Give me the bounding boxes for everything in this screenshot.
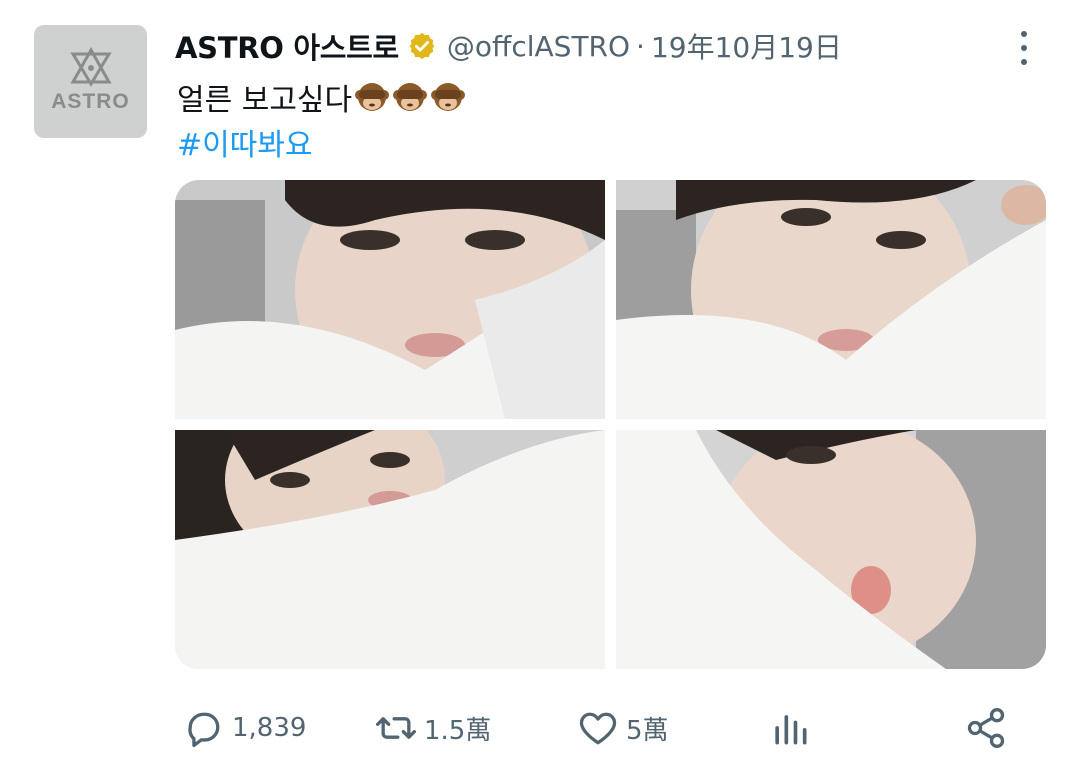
photo-4[interactable] <box>616 430 1046 669</box>
views-icon <box>775 715 807 745</box>
photo-3-image <box>175 430 605 669</box>
photo-4-image <box>616 430 1046 669</box>
photo-1[interactable] <box>175 180 605 419</box>
more-dot <box>1021 59 1027 65</box>
hashtag-link[interactable]: #이따봐요 <box>177 120 313 164</box>
timestamp[interactable]: 19年10月19日 <box>651 26 842 66</box>
share-button[interactable] <box>964 700 1008 756</box>
separator: · <box>636 29 645 63</box>
retweet-button[interactable]: 1.5萬 <box>374 700 491 756</box>
like-count: 5萬 <box>626 715 669 746</box>
action-bar: 1,839 1.5萬 5萬 <box>0 700 1079 756</box>
reply-icon <box>188 712 220 748</box>
handle[interactable]: @offclASTRO <box>447 30 630 63</box>
photo-2[interactable] <box>616 180 1046 419</box>
media-grid <box>175 180 1046 669</box>
see-no-evil-monkey-icon <box>431 83 466 111</box>
tweet-text: 얼른 보고싶다 <box>177 75 466 119</box>
like-icon <box>579 712 617 745</box>
views-button[interactable] <box>768 700 812 756</box>
more-dot <box>1021 31 1027 37</box>
retweet-count: 1.5萬 <box>424 715 492 746</box>
tweet-header: ASTRO 아스트로 @offclASTRO · 19年10月19日 <box>175 22 1005 70</box>
see-no-evil-monkey-icon <box>393 83 428 111</box>
reply-count: 1,839 <box>232 713 307 743</box>
reply-button[interactable]: 1,839 <box>182 700 306 756</box>
retweet-icon <box>376 717 416 739</box>
emoji-group <box>354 79 466 115</box>
like-button[interactable]: 5萬 <box>576 700 669 756</box>
display-name[interactable]: ASTRO 아스트로 <box>175 25 399 67</box>
tweet-body: 얼른 보고싶다 <box>177 83 353 118</box>
more-dot <box>1021 45 1027 51</box>
avatar-label: ASTRO <box>51 89 130 113</box>
photo-1-image <box>175 180 605 419</box>
photo-3[interactable] <box>175 430 605 669</box>
photo-2-image <box>616 180 1046 419</box>
more-options-icon[interactable] <box>1012 28 1036 68</box>
astro-logo-icon <box>69 46 112 87</box>
verified-badge-icon[interactable] <box>407 31 437 61</box>
share-icon <box>967 708 1005 748</box>
avatar[interactable]: ASTRO <box>34 25 147 138</box>
see-no-evil-monkey-icon <box>355 83 390 111</box>
